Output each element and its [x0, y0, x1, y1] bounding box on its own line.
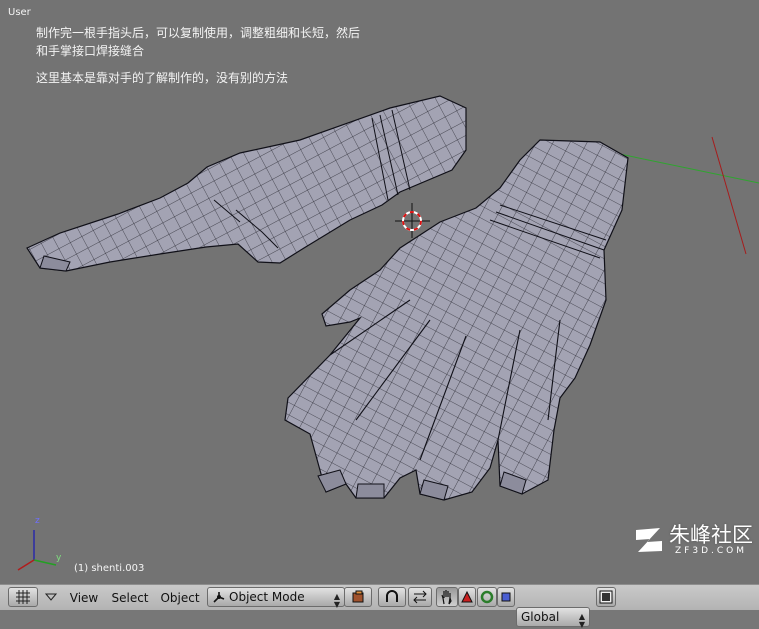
triangle-icon: [461, 591, 473, 603]
chevron-updown-icon: ▲ ▼: [578, 612, 585, 629]
snap-stepper-button[interactable]: [408, 587, 432, 607]
object-menu[interactable]: Object: [158, 588, 202, 608]
left-hand-mesh: [26, 95, 467, 272]
render-button[interactable]: [596, 587, 616, 607]
view-menu[interactable]: View: [64, 588, 104, 608]
watermark-title: 朱峰社区: [669, 523, 753, 547]
gizmo-y-label: y: [56, 553, 62, 563]
axis-gizmo: [17, 530, 57, 571]
mode-select-value: Object Mode: [229, 590, 305, 604]
view3d-header: View Select Object Object Mode ▲ ▼ Globa…: [0, 584, 759, 629]
annotation-text: 这里基本是靠对手的了解制作的，没有别的方法: [36, 71, 289, 85]
select-menu[interactable]: Select: [108, 588, 152, 608]
scale-manipulator-button[interactable]: [497, 587, 515, 607]
editor-type-button[interactable]: [8, 587, 38, 607]
gizmo-z-label: z: [35, 516, 40, 526]
pivot-icon: [386, 590, 398, 602]
solid-sphere-icon: [352, 590, 364, 603]
object-mode-icon: [213, 592, 225, 603]
mesh-scene: [17, 95, 759, 571]
annotation-text: 制作完一根手指头后，可以复制使用，调整粗细和长短，然后和手掌接口焊接缝合: [36, 26, 361, 58]
blender-window: User 制作完一根手指头后，可以复制使用，调整粗细和长短，然后和手掌接口焊接缝…: [0, 0, 759, 629]
grid-icon: [16, 590, 30, 604]
active-object-label: (1) shenti.003: [74, 563, 145, 574]
rotate-manipulator-button[interactable]: [477, 587, 497, 607]
chevron-updown-icon: ▲ ▼: [333, 592, 340, 609]
translate-manipulator-button[interactable]: [458, 587, 476, 607]
manipulator-toggle[interactable]: [436, 587, 458, 607]
watermark-subtitle: ZF3D.COM: [675, 546, 747, 556]
hand-icon: [441, 590, 452, 605]
transform-orientation-select[interactable]: Global ▲ ▼: [516, 607, 590, 629]
circle-icon: [480, 590, 494, 604]
x-axis-line: [711, 136, 747, 255]
orientation-select-value: Global: [521, 610, 560, 624]
mode-select[interactable]: Object Mode ▲ ▼: [207, 587, 345, 609]
pivot-select[interactable]: [378, 587, 406, 607]
render-icon: [599, 590, 613, 604]
shading-select[interactable]: [344, 587, 372, 607]
arrows-icon: [413, 590, 427, 604]
3d-viewport[interactable]: User 制作完一根手指头后，可以复制使用，调整粗细和长短，然后和手掌接口焊接缝…: [0, 0, 759, 584]
watermark: 朱峰社区 ZF3D.COM: [633, 524, 753, 556]
y-axis-line: [609, 151, 759, 184]
view-name-label: User: [8, 7, 31, 18]
triangle-down-icon: [45, 593, 57, 601]
zf3d-logo-icon: [636, 528, 662, 552]
square-icon: [501, 592, 511, 602]
menu-collapse-button[interactable]: [43, 587, 59, 607]
